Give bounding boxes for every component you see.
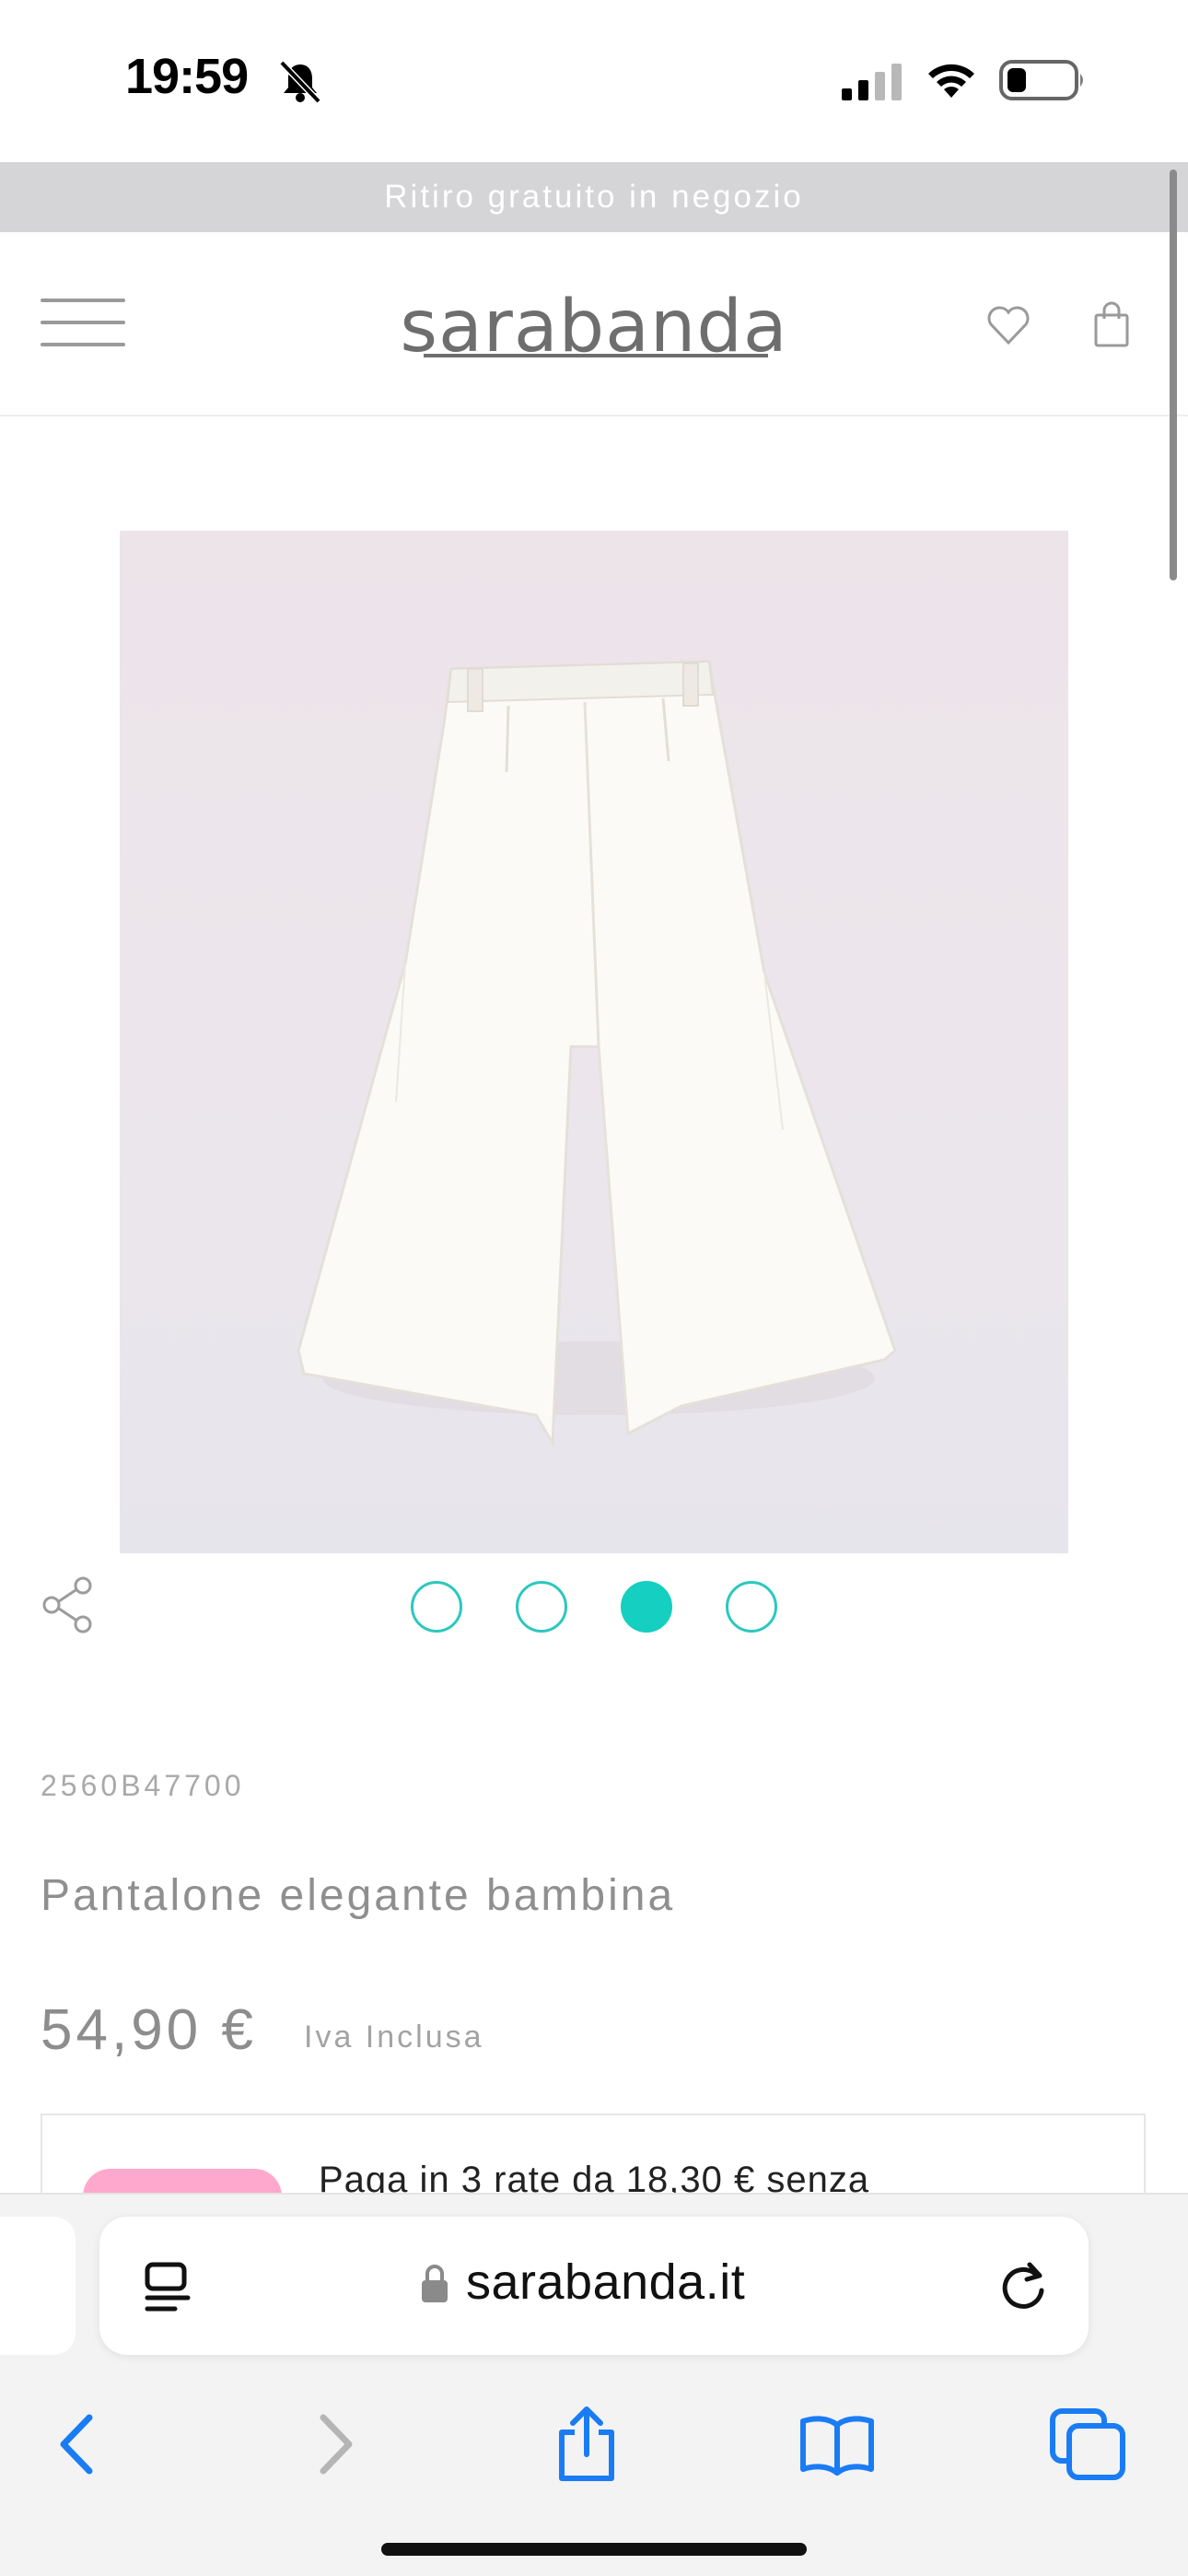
promo-banner[interactable]: Ritiro gratuito in negozio bbox=[0, 162, 1188, 232]
gallery-dot-2[interactable] bbox=[516, 1581, 567, 1633]
browser-toolbar bbox=[0, 2379, 1188, 2517]
gallery-dots bbox=[411, 1581, 779, 1633]
product-image[interactable] bbox=[120, 531, 1068, 1553]
promo-text: Ritiro gratuito in negozio bbox=[384, 179, 804, 215]
bag-icon[interactable] bbox=[1092, 300, 1131, 348]
back-icon bbox=[60, 2414, 93, 2475]
status-time: 19:59 bbox=[125, 49, 249, 104]
forward-button[interactable] bbox=[293, 2403, 376, 2486]
tabs-button[interactable] bbox=[1046, 2403, 1129, 2486]
logo-underline bbox=[424, 354, 768, 357]
battery-icon bbox=[999, 60, 1083, 100]
previous-tab-preview[interactable] bbox=[0, 2217, 76, 2355]
address-bar[interactable]: sarabanda.it bbox=[99, 2217, 1089, 2355]
forward-icon bbox=[320, 2414, 353, 2475]
product-price: 54,90 € bbox=[41, 1998, 257, 2062]
gallery-dot-4[interactable] bbox=[726, 1581, 777, 1633]
wifi-icon bbox=[928, 64, 974, 98]
vat-note: Iva Inclusa bbox=[304, 2020, 484, 2055]
lock-icon bbox=[422, 2265, 448, 2302]
trousers-illustration bbox=[297, 660, 897, 1448]
share-icon[interactable] bbox=[41, 1575, 96, 1634]
signal-icon bbox=[842, 64, 902, 100]
product-sku: 2560B47700 bbox=[41, 1769, 245, 1802]
back-button[interactable] bbox=[37, 2403, 120, 2486]
status-bar: 19:59 bbox=[0, 0, 1188, 162]
share-sheet-icon bbox=[559, 2406, 614, 2481]
bell-slash-icon bbox=[279, 60, 321, 103]
url-text: sarabanda.it bbox=[466, 2254, 746, 2310]
browser-bottom-bar: sarabanda.it bbox=[0, 2193, 1188, 2576]
home-indicator bbox=[381, 2543, 807, 2556]
reader-icon[interactable] bbox=[142, 2259, 193, 2314]
site-header: sarabanda bbox=[0, 232, 1188, 416]
share-sheet-button[interactable] bbox=[545, 2403, 628, 2486]
bookmarks-button[interactable] bbox=[796, 2403, 879, 2486]
bookmarks-icon bbox=[800, 2416, 874, 2476]
product-title: Pantalone elegante bambina bbox=[41, 1871, 676, 1920]
gallery-dot-3-active[interactable] bbox=[621, 1581, 672, 1633]
heart-icon[interactable] bbox=[985, 304, 1031, 346]
tabs-icon bbox=[1050, 2408, 1125, 2480]
page-scrollbar[interactable] bbox=[1170, 170, 1177, 580]
gallery-dot-1[interactable] bbox=[411, 1581, 462, 1633]
menu-icon[interactable] bbox=[41, 299, 125, 350]
site-logo[interactable]: sarabanda bbox=[396, 286, 792, 369]
reload-icon[interactable] bbox=[996, 2259, 1050, 2314]
